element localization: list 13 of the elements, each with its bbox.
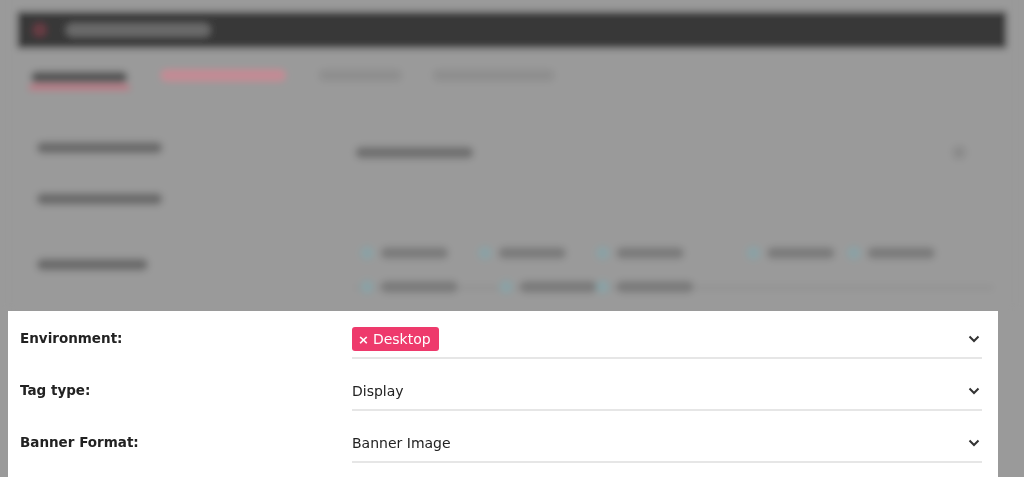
field-label: Environment: (20, 329, 124, 348)
chevron-down-icon[interactable] (968, 439, 980, 447)
remove-tag-button[interactable]: × (358, 331, 369, 347)
tag-label: Desktop (372, 331, 431, 347)
field-label: Banner Format: (20, 433, 140, 452)
field-label: Tag type: (20, 381, 92, 400)
chevron-down-icon[interactable] (968, 335, 980, 343)
select-value: Banner Image (352, 435, 451, 451)
chevron-down-icon[interactable] (968, 387, 980, 395)
select-field[interactable]: Display (352, 373, 982, 411)
select-field[interactable]: Banner Image (352, 425, 982, 463)
select-value: Display (352, 383, 404, 399)
tag-select-field[interactable]: × Desktop (352, 321, 982, 359)
